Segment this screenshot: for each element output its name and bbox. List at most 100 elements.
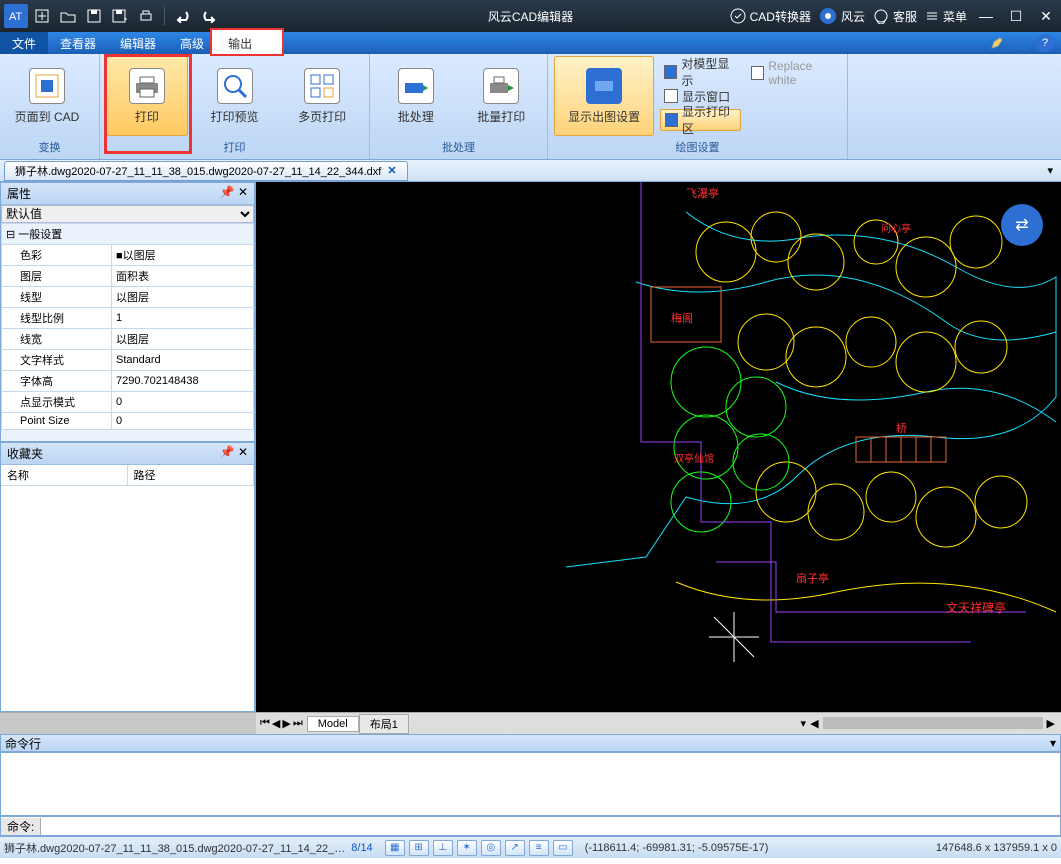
status-file: 狮子林.dwg2020-07-27_11_11_38_015.dwg2020-0…	[4, 840, 345, 856]
props-selector[interactable]: 默认值	[1, 205, 254, 223]
prop-val[interactable]: 0	[112, 413, 254, 430]
app-logo-icon[interactable]: AT	[4, 4, 28, 28]
vsplit-icon[interactable]: ▾	[801, 717, 807, 730]
sb-grid-icon[interactable]: ⊞	[409, 840, 429, 856]
show-plot-settings-button[interactable]: 显示出图设置	[554, 56, 654, 136]
group-print: 打印	[106, 136, 363, 157]
props-section[interactable]: ⊟ 一般设置	[2, 224, 254, 245]
model-tab[interactable]: Model	[307, 716, 359, 732]
close-panel-icon[interactable]: ✕	[238, 445, 248, 459]
scroll-right-icon[interactable]: ▶	[1047, 717, 1055, 730]
status-page: 8/14	[351, 842, 372, 854]
file-tab[interactable]: 狮子林.dwg2020-07-27_11_11_38_015.dwg2020-0…	[4, 161, 408, 181]
tab-next-icon[interactable]: ▶	[282, 717, 290, 730]
print-icon[interactable]	[134, 4, 158, 28]
help-icon[interactable]: ?	[1035, 34, 1055, 52]
svg-text:飞瀑亭: 飞瀑亭	[686, 186, 719, 200]
pin-icon[interactable]: 📌	[220, 185, 235, 199]
close-button[interactable]: ✕	[1035, 5, 1057, 27]
sb-ortho-icon[interactable]: ⊥	[433, 840, 453, 856]
group-plot-settings: 绘图设置	[554, 136, 841, 157]
translate-float-button[interactable]: ⇄	[1001, 204, 1043, 246]
batch-icon	[398, 68, 434, 104]
menu-output[interactable]: 输出	[216, 32, 264, 54]
prop-val[interactable]: 1	[112, 308, 254, 329]
svg-text:双亭仙馆: 双亭仙馆	[674, 452, 714, 465]
scroll-left-icon[interactable]: ◀	[810, 717, 818, 730]
menu-file[interactable]: 文件	[0, 32, 48, 54]
pin-icon[interactable]: 📌	[220, 445, 235, 459]
cad-converter-link[interactable]: CAD转换器	[730, 8, 811, 25]
replace-white-toggle[interactable]: Replace white	[747, 62, 841, 84]
window-tile-icon[interactable]	[1011, 34, 1031, 52]
sb-snap-icon[interactable]: ▦	[385, 840, 405, 856]
prop-val[interactable]: 以图层	[112, 287, 254, 308]
redo-icon[interactable]	[197, 4, 221, 28]
cmd-history[interactable]	[0, 752, 1061, 816]
fav-body[interactable]	[1, 486, 254, 712]
batch-button[interactable]: 批处理	[376, 56, 456, 136]
save-icon[interactable]	[82, 4, 106, 28]
svg-text:扇子亭: 扇子亭	[796, 571, 829, 585]
cmd-title: 命令行	[5, 735, 41, 752]
svg-text:文天祥碑亭: 文天祥碑亭	[946, 600, 1006, 615]
printer-icon	[129, 68, 165, 104]
menu-editor[interactable]: 编辑器	[108, 32, 168, 54]
prop-val[interactable]: 7290.702148438	[112, 371, 254, 392]
minimize-button[interactable]: —	[975, 5, 997, 27]
menu-advanced[interactable]: 高级	[168, 32, 216, 54]
menu-link[interactable]: 菜单	[925, 8, 967, 25]
fengyun-link[interactable]: 风云	[819, 7, 865, 25]
print-button[interactable]: 打印	[106, 56, 188, 136]
prop-key: 色彩	[2, 245, 112, 266]
sb-model-icon[interactable]: ▭	[553, 840, 573, 856]
sb-otrack-icon[interactable]: ↗	[505, 840, 525, 856]
prop-val[interactable]: ■以图层	[112, 245, 254, 266]
prop-val[interactable]: 面积表	[112, 266, 254, 287]
prop-val[interactable]: 0	[112, 392, 254, 413]
pencil-icon[interactable]	[987, 34, 1007, 52]
page-to-cad-button[interactable]: 页面到 CAD	[6, 56, 88, 136]
fav-col-name[interactable]: 名称	[1, 465, 128, 485]
undo-icon[interactable]	[171, 4, 195, 28]
multi-page-print-button[interactable]: 多页打印	[281, 56, 363, 136]
batch-print-button[interactable]: 批量打印	[462, 56, 542, 136]
tab-first-icon[interactable]: ⏮	[260, 717, 270, 730]
tab-last-icon[interactable]: ⏭	[293, 717, 303, 730]
prop-val[interactable]: Standard	[112, 350, 254, 371]
sb-osnap-icon[interactable]: ◎	[481, 840, 501, 856]
prop-key: 文字样式	[2, 350, 112, 371]
cad-drawing: 飞瀑亭 梅阁 扇子亭 文天祥碑亭 双亭仙馆 桥 问心亭	[256, 182, 1061, 690]
close-file-tab-icon[interactable]: ✕	[387, 164, 396, 177]
sb-polar-icon[interactable]: ✶	[457, 840, 477, 856]
layout-tab[interactable]: 布局1	[359, 714, 409, 734]
prop-key: 线型	[2, 287, 112, 308]
menu-viewer[interactable]: 查看器	[48, 32, 108, 54]
hscrollbar[interactable]	[823, 717, 1043, 729]
prop-key: 线宽	[2, 329, 112, 350]
open-icon[interactable]	[56, 4, 80, 28]
cmd-input[interactable]	[41, 819, 1060, 833]
cmd-dropdown-icon[interactable]: ▾	[1050, 736, 1056, 750]
file-tabs-dropdown-icon[interactable]: ▾	[1047, 164, 1061, 177]
drawing-canvas[interactable]: 飞瀑亭 梅阁 扇子亭 文天祥碑亭 双亭仙馆 桥 问心亭 ⇄	[256, 182, 1061, 712]
show-print-area-button[interactable]: 显示打印区	[660, 109, 741, 131]
group-convert: 变换	[6, 136, 93, 157]
support-link[interactable]: 客服	[873, 8, 917, 25]
new-icon[interactable]	[30, 4, 54, 28]
fav-title: 收藏夹	[7, 445, 43, 462]
model-display-toggle[interactable]: 对模型显示	[660, 61, 741, 83]
svg-text:问心亭: 问心亭	[881, 222, 911, 235]
maximize-button[interactable]: ☐	[1005, 5, 1027, 27]
tab-prev-icon[interactable]: ◀	[272, 717, 280, 730]
sb-lwt-icon[interactable]: ≡	[529, 840, 549, 856]
fav-col-path[interactable]: 路径	[128, 465, 255, 485]
saveas-icon[interactable]	[108, 4, 132, 28]
print-preview-button[interactable]: 打印预览	[194, 56, 276, 136]
status-extents: 147648.6 x 137959.1 x 0	[936, 842, 1057, 854]
prop-key: 线型比例	[2, 308, 112, 329]
svg-text:梅阁: 梅阁	[671, 311, 693, 325]
file-tab-label: 狮子林.dwg2020-07-27_11_11_38_015.dwg2020-0…	[15, 163, 381, 179]
close-panel-icon[interactable]: ✕	[238, 185, 248, 199]
prop-val[interactable]: 以图层	[112, 329, 254, 350]
